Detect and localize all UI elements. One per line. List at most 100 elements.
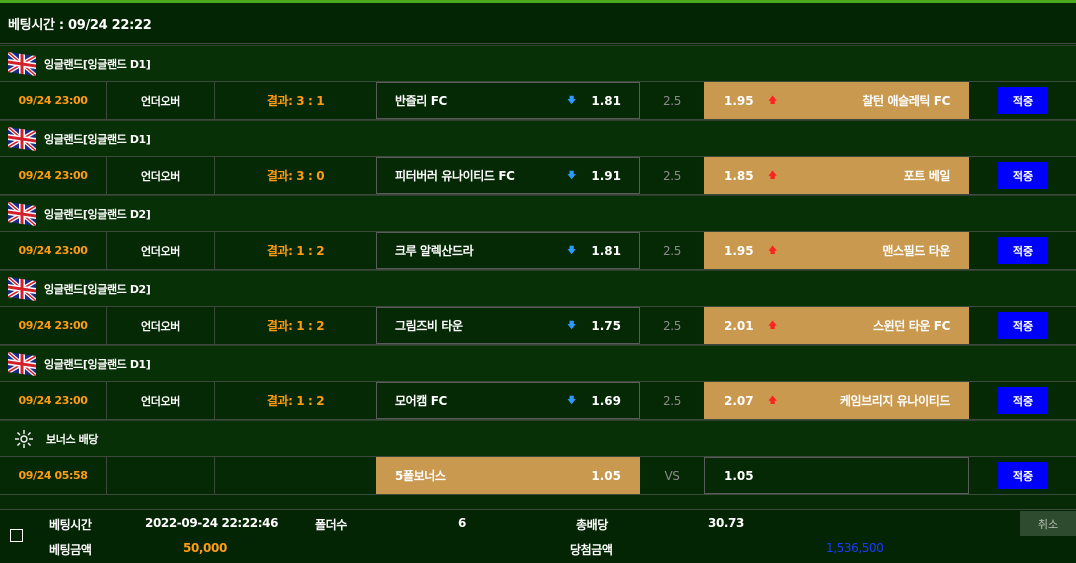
match-row: 09/24 23:00 언더오버 결과: 3 : 1 반즐리 FC 🡇 1.81 2.5 1.… <box>0 81 1076 120</box>
match-result <box>214 457 376 494</box>
match-row: 09/24 23:00 언더오버 결과: 1 : 2 크루 알렉산드라 🡇 1.81 2.5… <box>0 231 1076 270</box>
up-arrow-icon: 🡅 <box>768 95 778 106</box>
match-row: 09/24 23:00 언더오버 결과: 1 : 2 모어캠 FC 🡇 1.69 2.5 2.… <box>0 381 1076 420</box>
home-odd: 1.75 <box>591 318 621 333</box>
england-flag-icon <box>8 201 36 226</box>
league-name: 잉글랜드[잉글랜드 D2] <box>44 207 151 221</box>
bonus-sparkle-icon <box>12 429 36 449</box>
select-checkbox[interactable] <box>10 529 23 542</box>
match-result: 결과: 3 : 1 <box>214 82 376 119</box>
hit-status-button[interactable]: 적중 <box>998 387 1048 414</box>
summary-folder-value: 6 <box>458 516 466 530</box>
away-odd: 1.85 <box>724 168 754 183</box>
away-team-name: 스윈던 타운 FC <box>873 319 950 333</box>
match-row: 09/24 05:58 5폴보너스 1.05 VS 1.05 적중 <box>0 456 1076 495</box>
away-odds-box[interactable]: 1.85 🡅 포트 베일 <box>704 157 969 194</box>
away-odd: 1.95 <box>724 243 754 258</box>
match-row: 09/24 23:00 언더오버 결과: 3 : 0 피터버러 유나이티드 FC 🡇 1.… <box>0 156 1076 195</box>
away-odds-box[interactable]: 1.95 🡅 찰턴 애슬레틱 FC <box>704 82 969 119</box>
away-odds-box[interactable]: 2.01 🡅 스윈던 타운 FC <box>704 307 969 344</box>
down-arrow-icon: 🡇 <box>567 395 577 406</box>
down-arrow-icon: 🡇 <box>567 245 577 256</box>
home-team-name: 모어캠 FC <box>395 394 447 408</box>
hit-status-button[interactable]: 적중 <box>998 162 1048 189</box>
summary-win-amount-label: 당첨금액 <box>570 543 613 557</box>
away-odd: 1.05 <box>724 468 754 483</box>
summary-total-odds-value: 30.73 <box>708 516 744 530</box>
away-team-name: 맨스필드 타운 <box>882 244 950 258</box>
league-name: 보너스 배당 <box>46 432 99 446</box>
home-odds-box[interactable]: 크루 알렉산드라 🡇 1.81 <box>376 232 640 269</box>
bet-type: 언더오버 <box>106 307 214 344</box>
match-time: 09/24 05:58 <box>18 469 88 482</box>
league-header: 보너스 배당 <box>0 420 1076 456</box>
bet-type: 언더오버 <box>106 232 214 269</box>
draw-value[interactable]: VS <box>640 457 704 494</box>
away-team-name: 포트 베일 <box>903 169 951 183</box>
draw-value[interactable]: 2.5 <box>640 307 704 344</box>
home-odds-box[interactable]: 5폴보너스 1.05 <box>376 457 640 494</box>
up-arrow-icon: 🡅 <box>768 320 778 331</box>
match-time: 09/24 23:00 <box>18 169 88 182</box>
draw-value[interactable]: 2.5 <box>640 232 704 269</box>
bet-time-header: 베팅시간 : 09/24 22:22 <box>0 3 1076 44</box>
away-odds-box[interactable]: 1.95 🡅 맨스필드 타운 <box>704 232 969 269</box>
summary-bet-time-value: 2022-09-24 22:22:46 <box>145 516 279 530</box>
home-team-name: 크루 알렉산드라 <box>395 244 474 258</box>
match-time: 09/24 23:00 <box>18 319 88 332</box>
league-header: 잉글랜드[잉글랜드 D1] <box>0 345 1076 381</box>
summary-folder-label: 폴더수 <box>315 518 347 532</box>
bet-type: 언더오버 <box>106 157 214 194</box>
england-flag-icon <box>8 51 36 76</box>
summary-bet-amount-value: 50,000 <box>183 541 227 555</box>
bet-type <box>106 457 214 494</box>
summary-win-amount-value: 1,536,500 <box>826 541 884 555</box>
home-odds-box[interactable]: 피터버러 유나이티드 FC 🡇 1.91 <box>376 157 640 194</box>
home-odds-box[interactable]: 그림즈비 타운 🡇 1.75 <box>376 307 640 344</box>
bet-type: 언더오버 <box>106 82 214 119</box>
up-arrow-icon: 🡅 <box>768 170 778 181</box>
summary-bet-time-label: 베팅시간 <box>49 518 92 532</box>
draw-value[interactable]: 2.5 <box>640 82 704 119</box>
bet-type: 언더오버 <box>106 382 214 419</box>
home-odd: 1.91 <box>591 168 621 183</box>
down-arrow-icon: 🡇 <box>567 320 577 331</box>
england-flag-icon <box>8 126 36 151</box>
home-odd: 1.81 <box>591 243 621 258</box>
match-time: 09/24 23:00 <box>18 244 88 257</box>
match-result: 결과: 1 : 2 <box>214 307 376 344</box>
summary-total-odds-label: 총배당 <box>576 518 608 532</box>
league-header: 잉글랜드[잉글랜드 D1] <box>0 45 1076 81</box>
away-odd: 2.01 <box>724 318 754 333</box>
away-odds-box[interactable]: 1.05 <box>704 457 969 494</box>
hit-status-button[interactable]: 적중 <box>998 462 1048 489</box>
away-odds-box[interactable]: 2.07 🡅 케임브리지 유나이티드 <box>704 382 969 419</box>
league-name: 잉글랜드[잉글랜드 D2] <box>44 282 151 296</box>
league-header: 잉글랜드[잉글랜드 D1] <box>0 120 1076 156</box>
home-odd: 1.05 <box>591 468 621 483</box>
league-name: 잉글랜드[잉글랜드 D1] <box>44 132 151 146</box>
england-flag-icon <box>8 351 36 376</box>
home-team-name: 피터버러 유나이티드 FC <box>395 169 515 183</box>
league-name: 잉글랜드[잉글랜드 D1] <box>44 57 151 71</box>
summary-bet-amount-label: 베팅금액 <box>49 543 92 557</box>
match-time: 09/24 23:00 <box>18 394 88 407</box>
down-arrow-icon: 🡇 <box>567 95 577 106</box>
match-result: 결과: 1 : 2 <box>214 232 376 269</box>
cancel-button[interactable]: 취소 <box>1020 511 1076 536</box>
league-header: 잉글랜드[잉글랜드 D2] <box>0 195 1076 231</box>
up-arrow-icon: 🡅 <box>768 245 778 256</box>
hit-status-button[interactable]: 적중 <box>998 312 1048 339</box>
home-team-name: 반즐리 FC <box>395 94 447 108</box>
match-result: 결과: 1 : 2 <box>214 382 376 419</box>
draw-value[interactable]: 2.5 <box>640 382 704 419</box>
home-team-name: 그림즈비 타운 <box>395 319 463 333</box>
home-odds-box[interactable]: 모어캠 FC 🡇 1.69 <box>376 382 640 419</box>
england-flag-icon <box>8 276 36 301</box>
draw-value[interactable]: 2.5 <box>640 157 704 194</box>
hit-status-button[interactable]: 적중 <box>998 237 1048 264</box>
home-odds-box[interactable]: 반즐리 FC 🡇 1.81 <box>376 82 640 119</box>
away-odd: 2.07 <box>724 393 754 408</box>
match-result: 결과: 3 : 0 <box>214 157 376 194</box>
hit-status-button[interactable]: 적중 <box>998 87 1048 114</box>
